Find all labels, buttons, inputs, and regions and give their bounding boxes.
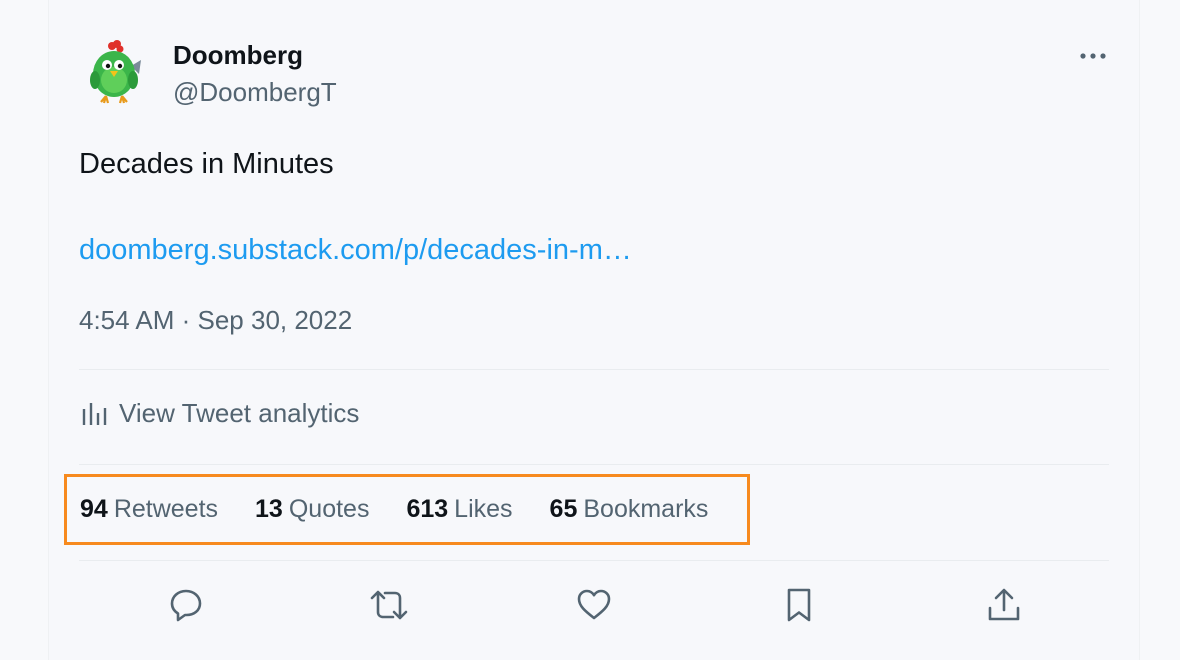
reply-button[interactable]	[164, 583, 208, 627]
bookmarks-label: Bookmarks	[583, 495, 709, 523]
retweets-count: 94	[80, 495, 108, 523]
divider	[79, 464, 1109, 465]
quotes-stat[interactable]: 13 Quotes	[255, 495, 369, 524]
bookmarks-stat[interactable]: 65 Bookmarks	[550, 495, 709, 524]
reply-icon	[170, 589, 202, 622]
more-options-button[interactable]	[1075, 38, 1111, 74]
tweet-timestamp[interactable]: 4:54 AM · Sep 30, 2022	[79, 305, 352, 336]
author-name[interactable]: Doomberg	[173, 40, 303, 71]
view-analytics-link[interactable]: View Tweet analytics	[79, 398, 359, 429]
divider	[79, 369, 1109, 370]
bookmark-icon	[787, 588, 811, 622]
author-handle[interactable]: @DoombergT	[173, 77, 337, 108]
share-button[interactable]	[982, 583, 1026, 627]
tweet-link[interactable]: doomberg.substack.com/p/decades-in-m…	[79, 234, 632, 267]
retweet-button[interactable]	[367, 583, 411, 627]
action-bar	[49, 580, 1139, 630]
likes-label: Likes	[454, 495, 513, 523]
bookmark-button[interactable]	[777, 583, 821, 627]
analytics-label: View Tweet analytics	[119, 398, 360, 428]
retweets-stat[interactable]: 94 Retweets	[80, 495, 218, 524]
likes-count: 613	[406, 495, 449, 523]
retweet-icon	[370, 590, 408, 620]
tweet-text: Decades in Minutes	[79, 148, 334, 180]
tweet-card: Doomberg @DoombergT Decades in Minutes d…	[48, 0, 1140, 660]
quotes-count: 13	[255, 495, 283, 523]
retweets-label: Retweets	[113, 495, 219, 523]
bar-chart-icon	[82, 402, 107, 425]
like-icon	[577, 589, 611, 620]
quotes-label: Quotes	[288, 495, 370, 523]
share-icon	[988, 588, 1020, 621]
bookmarks-count: 65	[549, 495, 578, 523]
page: Doomberg @DoombergT Decades in Minutes d…	[0, 0, 1180, 660]
engagement-stats-highlight: 94 Retweets 13 Quotes 613 Likes 65 Bookmarks	[64, 474, 750, 545]
ellipsis-icon	[1080, 53, 1106, 59]
divider	[79, 560, 1109, 561]
like-button[interactable]	[572, 583, 616, 627]
likes-stat[interactable]: 613 Likes	[406, 495, 512, 524]
avatar[interactable]	[79, 36, 149, 106]
